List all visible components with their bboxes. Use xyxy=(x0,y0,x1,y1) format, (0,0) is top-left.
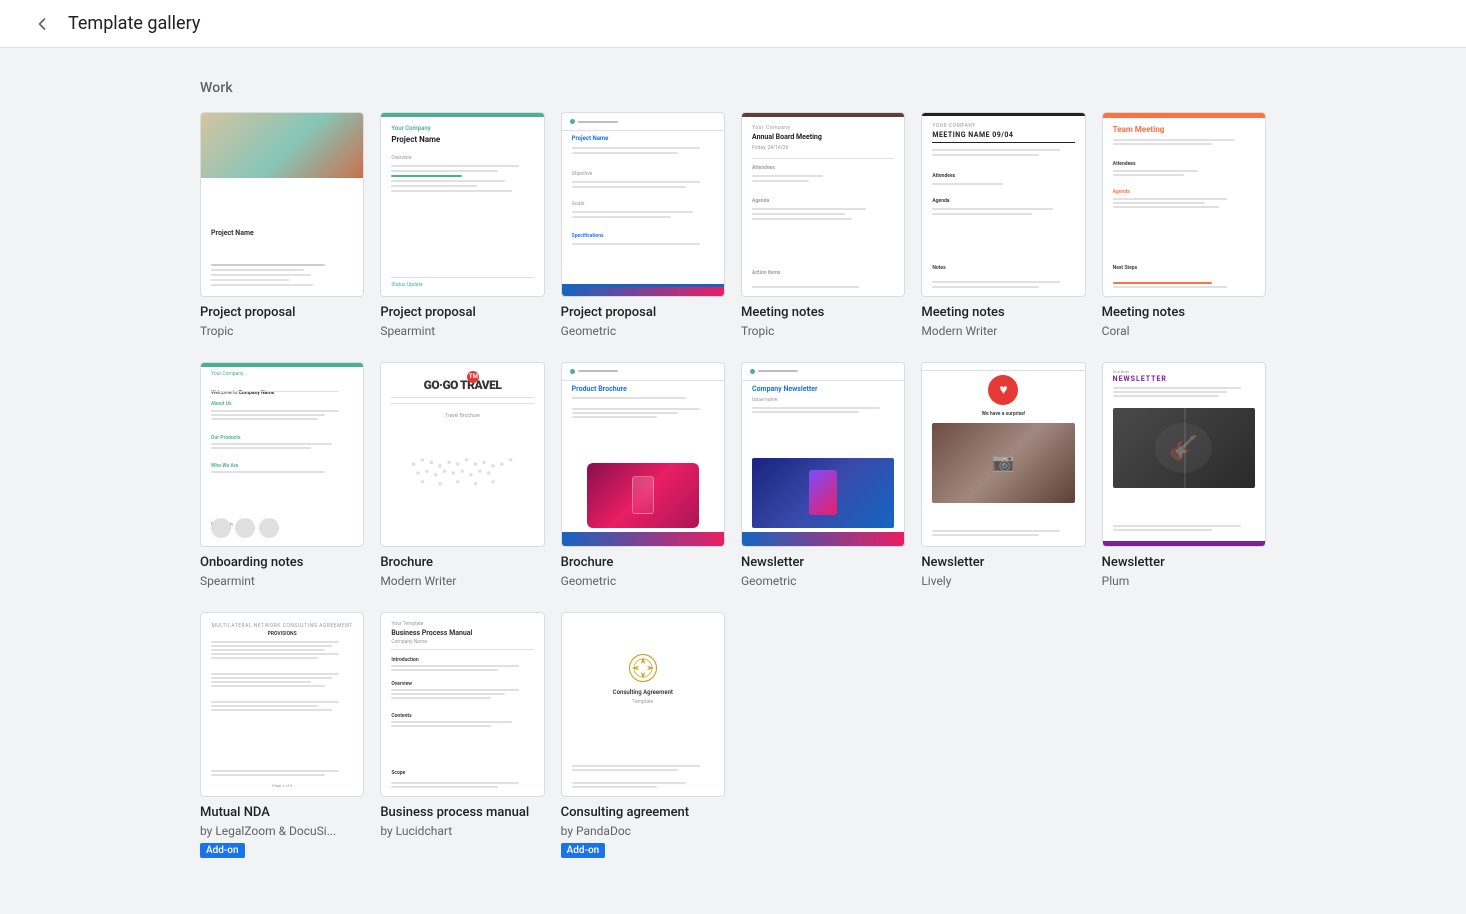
template-sub: Modern Writer xyxy=(921,324,1085,338)
template-sub: Geometric xyxy=(561,574,725,588)
addon-badge: Add-on xyxy=(561,843,606,858)
template-name: Meeting notes xyxy=(1102,305,1266,322)
main-content: Work Project Name xyxy=(0,48,1466,914)
template-sub: Tropic xyxy=(200,324,364,338)
template-grid-row1: Project Name Project proposal Tropic xyxy=(200,112,1266,338)
template-sub: Spearmint xyxy=(380,324,544,338)
page-title: Template gallery xyxy=(68,13,200,34)
template-sub: by LegalZoom & DocuSi... xyxy=(200,824,364,838)
template-meeting-notes-modern-writer[interactable]: YOUR COMPANY MEETING NAME 09/04 Attendee… xyxy=(921,112,1085,338)
template-sub: by PandaDoc xyxy=(561,824,725,838)
template-onboarding-notes[interactable]: Your Company Welcome to Company Name Abo… xyxy=(200,362,364,588)
template-consulting-agreement[interactable]: Consulting Agreement Template Consulting… xyxy=(561,612,725,858)
template-sub: Coral xyxy=(1102,324,1266,338)
section-title-work: Work xyxy=(200,80,1266,96)
template-sub: Modern Writer xyxy=(380,574,544,588)
template-project-proposal-tropic[interactable]: Project Name Project proposal Tropic xyxy=(200,112,364,338)
template-business-process[interactable]: Your Template Business Process Manual Co… xyxy=(380,612,544,858)
template-name: Newsletter xyxy=(1102,555,1266,572)
back-button[interactable] xyxy=(24,6,60,42)
template-project-proposal-geometric[interactable]: Project Name Objective Goals xyxy=(561,112,725,338)
template-project-proposal-spearmint[interactable]: Your Company Project Name Overview Statu… xyxy=(380,112,544,338)
template-meeting-notes-coral[interactable]: Team Meeting Attendees Agenda xyxy=(1102,112,1266,338)
template-sub: Geometric xyxy=(561,324,725,338)
template-grid-row2: Your Company Welcome to Company Name Abo… xyxy=(200,362,1266,588)
page-header: Template gallery xyxy=(0,0,1466,48)
template-name: Meeting notes xyxy=(921,305,1085,322)
template-sub: Spearmint xyxy=(200,574,364,588)
template-name: Mutual NDA xyxy=(200,805,364,822)
template-grid-row3: MULTILATERAL NETWORK CONSULTING AGREEMEN… xyxy=(200,612,1266,858)
template-name: Business process manual xyxy=(380,805,544,822)
template-newsletter-lively[interactable]: ♥ We have a surprise! 📷 Newsletter Livel… xyxy=(921,362,1085,588)
template-sub: Geometric xyxy=(741,574,905,588)
grid-placeholder xyxy=(741,612,905,858)
template-name: Brochure xyxy=(380,555,544,572)
template-name: Project proposal xyxy=(200,305,364,322)
template-meeting-notes-tropic[interactable]: Your Company Annual Board Meeting Friday… xyxy=(741,112,905,338)
template-name: Consulting agreement xyxy=(561,805,725,822)
template-mutual-nda[interactable]: MULTILATERAL NETWORK CONSULTING AGREEMEN… xyxy=(200,612,364,858)
template-name: Onboarding notes xyxy=(200,555,364,572)
addon-badge: Add-on xyxy=(200,843,245,858)
template-brochure-geometric[interactable]: Product Brochure Brochure Geom xyxy=(561,362,725,588)
template-name: Newsletter xyxy=(921,555,1085,572)
template-sub: Lively xyxy=(921,574,1085,588)
template-name: Meeting notes xyxy=(741,305,905,322)
grid-placeholder xyxy=(1102,612,1266,858)
template-sub: Tropic xyxy=(741,324,905,338)
template-sub: Plum xyxy=(1102,574,1266,588)
template-sub: by Lucidchart xyxy=(380,824,544,838)
template-newsletter-plum[interactable]: One Beat NEWSLETTER 🎸 xyxy=(1102,362,1266,588)
template-newsletter-geometric[interactable]: Company Newsletter Issue name Newsletter… xyxy=(741,362,905,588)
grid-placeholder xyxy=(921,612,1085,858)
template-name: Project proposal xyxy=(561,305,725,322)
template-name: Brochure xyxy=(561,555,725,572)
template-name: Project proposal xyxy=(380,305,544,322)
template-brochure-modern-writer[interactable]: GO·GO TRAVEL TM Travel Brochure xyxy=(380,362,544,588)
template-name: Newsletter xyxy=(741,555,905,572)
